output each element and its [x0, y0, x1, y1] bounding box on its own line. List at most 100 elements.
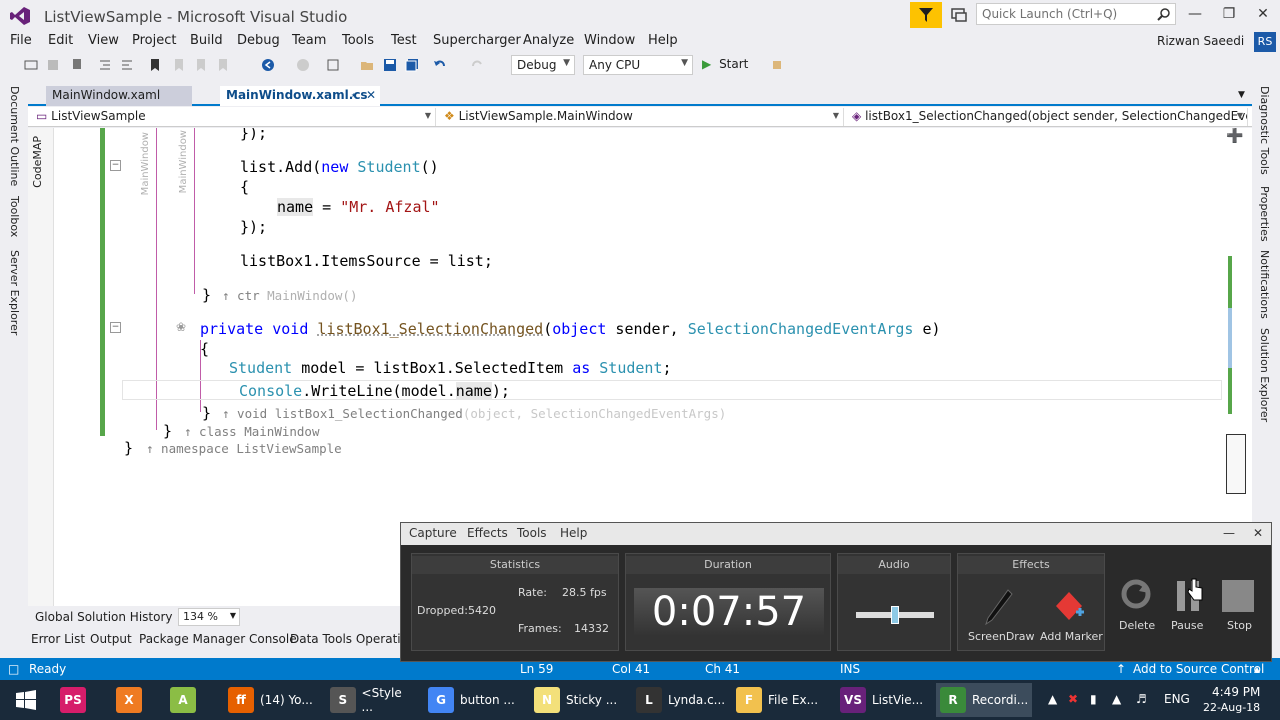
taskbar-item[interactable]: PS	[56, 683, 100, 717]
type-combo[interactable]: ❖ ListViewSample.MainWindow ▼	[440, 108, 844, 126]
scroll-thumb[interactable]	[1226, 434, 1246, 494]
taskbar-item[interactable]: S <Style ...	[326, 683, 416, 717]
taskbar-item[interactable]: A	[166, 683, 210, 717]
menu-help[interactable]: Help	[648, 33, 678, 48]
recorder-menu-help[interactable]: Help	[560, 526, 587, 540]
save-icon[interactable]	[383, 58, 397, 72]
tab-package-manager-console[interactable]: Package Manager Console	[139, 632, 297, 646]
menu-window[interactable]: Window	[584, 33, 635, 48]
minimize-button[interactable]: —	[1186, 6, 1204, 24]
avatar[interactable]: RS	[1254, 32, 1276, 52]
tab-document-outline[interactable]: Document Outline	[8, 86, 21, 186]
recorder-menu-effects[interactable]: Effects	[467, 526, 508, 540]
undo-icon[interactable]	[433, 58, 447, 72]
bookmark-clear-icon[interactable]	[216, 58, 230, 72]
tab-toolbox[interactable]: Toolbox	[8, 196, 21, 237]
navigate-forward-icon[interactable]	[296, 58, 310, 72]
taskbar-item[interactable]: F File Ex...	[732, 683, 828, 717]
platform-select[interactable]: Any CPU ▼	[583, 55, 693, 75]
bookmark-next-icon[interactable]	[194, 58, 208, 72]
solution-icon[interactable]	[46, 58, 60, 72]
marker-icon[interactable]	[1054, 590, 1084, 624]
stop-button[interactable]: Stop	[1219, 577, 1259, 647]
properties-icon[interactable]	[72, 58, 86, 72]
recorder-menu-tools[interactable]: Tools	[517, 526, 547, 540]
tray-date[interactable]: 22-Aug-18	[1203, 701, 1260, 714]
extensions-icon[interactable]	[772, 58, 786, 72]
taskbar-item[interactable]: N Sticky ...	[530, 683, 626, 717]
source-control-menu-icon[interactable]: ▴	[1254, 662, 1260, 676]
navigate-back-icon[interactable]	[261, 58, 275, 72]
recorder-menu-capture[interactable]: Capture	[409, 526, 457, 540]
delete-button[interactable]: Delete	[1115, 577, 1155, 647]
tab-overflow-icon[interactable]: ▼	[1238, 90, 1245, 100]
tab-output[interactable]: Output	[90, 632, 132, 646]
tab-server-explorer[interactable]: Server Explorer	[8, 250, 21, 335]
codemap-panel[interactable]: CodeMAP	[28, 128, 54, 606]
open-file-icon[interactable]	[360, 58, 374, 72]
save-all-icon[interactable]	[405, 58, 419, 72]
bookmark-icon[interactable]	[148, 58, 162, 72]
global-solution-history[interactable]: Global Solution History	[35, 610, 172, 624]
tray-up-icon[interactable]: ▲	[1048, 692, 1057, 706]
taskbar-item[interactable]: X	[112, 683, 156, 717]
feedback-icon[interactable]	[950, 6, 968, 24]
menu-supercharger[interactable]: Supercharger	[433, 33, 521, 48]
collapse-toggle-icon[interactable]: −	[110, 160, 121, 171]
indent-icon[interactable]	[120, 58, 134, 72]
project-combo[interactable]: ▭ ListViewSample ▼	[32, 108, 436, 126]
pin-icon[interactable]: ⋆	[350, 88, 358, 102]
screendraw-label[interactable]: ScreenDraw	[968, 630, 1035, 643]
menu-test[interactable]: Test	[391, 33, 417, 48]
quick-launch-input[interactable]: Quick Launch (Ctrl+Q)	[976, 3, 1176, 25]
tab-error-list[interactable]: Error List	[31, 632, 85, 646]
menu-tools[interactable]: Tools	[342, 33, 374, 48]
notification-filter-icon[interactable]	[910, 2, 942, 28]
menu-file[interactable]: File	[10, 33, 32, 48]
editor-scrollbar[interactable]	[1218, 128, 1252, 494]
member-combo[interactable]: ◈ listBox1_SelectionChanged(object sende…	[848, 108, 1248, 126]
outdent-icon[interactable]	[98, 58, 112, 72]
tray-volume-icon[interactable]: ♬	[1136, 692, 1147, 706]
bookmark-prev-icon[interactable]	[172, 58, 186, 72]
menu-debug[interactable]: Debug	[237, 33, 280, 48]
user-name[interactable]: Rizwan Saeedi	[1157, 34, 1244, 48]
new-project-icon[interactable]	[327, 58, 341, 72]
taskbar-item[interactable]: VS ListVie...	[836, 683, 932, 717]
windows-start-icon[interactable]	[16, 690, 36, 710]
audio-slider-thumb[interactable]	[891, 606, 899, 624]
tab-mainwindow-xaml-cs[interactable]: MainWindow.xaml.cs ⋆ ✕	[220, 86, 380, 106]
pen-icon[interactable]	[984, 588, 1014, 628]
taskbar-item[interactable]: ff (14) Yo...	[224, 683, 320, 717]
tab-diagnostic-tools[interactable]: Diagnostic Tools	[1258, 86, 1271, 175]
add-marker-label[interactable]: Add Marker	[1040, 630, 1103, 643]
tab-mainwindow-xaml[interactable]: MainWindow.xaml	[46, 86, 192, 106]
collapse-toggle-icon[interactable]: −	[110, 322, 121, 333]
redo-icon[interactable]	[470, 58, 484, 72]
close-button[interactable]: ✕	[1254, 6, 1272, 24]
recorder-minimize-icon[interactable]: —	[1223, 526, 1235, 540]
tab-properties[interactable]: Properties	[1258, 186, 1271, 242]
tab-data-tools-operations[interactable]: Data Tools Operation	[290, 632, 400, 646]
recorder-close-icon[interactable]: ✕	[1253, 526, 1263, 540]
menu-project[interactable]: Project	[132, 33, 176, 48]
maximize-button[interactable]: ❐	[1220, 6, 1238, 24]
start-button[interactable]: ▶ Start	[702, 57, 748, 71]
taskbar-item[interactable]: L Lynda.c...	[632, 683, 728, 717]
tab-notifications[interactable]: Notifications	[1258, 250, 1271, 319]
menu-view[interactable]: View	[88, 33, 119, 48]
quick-actions-icon[interactable]: ❀	[176, 320, 186, 334]
tray-language[interactable]: ENG	[1164, 692, 1190, 706]
menu-team[interactable]: Team	[292, 33, 326, 48]
tray-wifi-icon[interactable]: ▲	[1112, 692, 1121, 706]
menu-edit[interactable]: Edit	[48, 33, 73, 48]
menu-analyze[interactable]: Analyze	[523, 33, 574, 48]
taskbar-item[interactable]: R Recordi...	[936, 683, 1032, 717]
tray-battery-icon[interactable]: ▮	[1090, 692, 1097, 706]
view-icon[interactable]	[24, 58, 38, 72]
configuration-select[interactable]: Debug ▼	[511, 55, 575, 75]
add-to-source-control[interactable]: Add to Source Control	[1133, 662, 1264, 676]
taskbar-item[interactable]: Gbutton ...	[424, 683, 520, 717]
tray-time[interactable]: 4:49 PM	[1212, 685, 1260, 699]
menu-build[interactable]: Build	[190, 33, 223, 48]
